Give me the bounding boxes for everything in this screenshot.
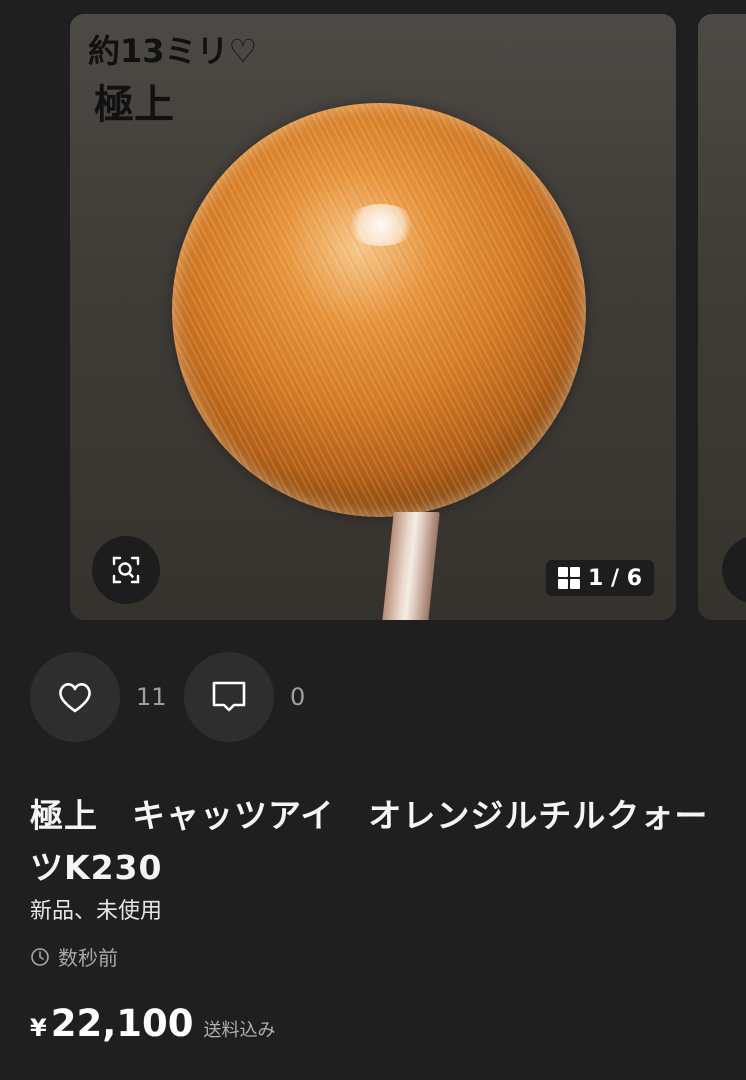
price-amount: 22,100	[50, 1002, 194, 1045]
photo-overlay-size: 約13ミリ♡	[88, 32, 258, 70]
zoom-button[interactable]	[92, 536, 160, 604]
posted-time-text: 数秒前	[58, 946, 118, 970]
shipping-note: 送料込み	[203, 1020, 276, 1041]
photo-counter-text: 1 / 6	[588, 565, 642, 591]
action-bar: 11 0	[30, 652, 338, 742]
zoom-search-icon	[112, 556, 140, 584]
next-photo-preview[interactable]	[698, 14, 746, 620]
image-carousel[interactable]: 約13ミリ♡ 極上 1 / 6	[0, 0, 746, 640]
gemstone-sphere	[172, 103, 586, 517]
like-button[interactable]	[30, 652, 120, 742]
photo-counter[interactable]: 1 / 6	[546, 560, 654, 596]
comment-button[interactable]	[184, 652, 274, 742]
comment-count: 0	[290, 683, 306, 711]
posted-time: 数秒前	[30, 942, 118, 971]
price: ¥ 22,100 送料込み	[30, 1002, 275, 1045]
currency-symbol: ¥	[30, 1014, 47, 1042]
item-condition: 新品、未使用	[30, 899, 163, 924]
photo-overlay-grade: 極上	[94, 82, 174, 128]
display-stand	[382, 512, 440, 620]
like-count: 11	[136, 683, 167, 711]
heart-icon	[59, 683, 91, 713]
comment-icon	[212, 681, 246, 712]
clock-icon	[31, 947, 49, 966]
sphere-highlight	[346, 204, 416, 246]
grid-icon	[558, 567, 581, 589]
zoom-button-next[interactable]	[722, 536, 746, 604]
product-photo[interactable]: 約13ミリ♡ 極上 1 / 6	[70, 14, 676, 620]
product-title: 極上 キャッツアイ オレンジルチルクォーツK230	[30, 796, 709, 887]
